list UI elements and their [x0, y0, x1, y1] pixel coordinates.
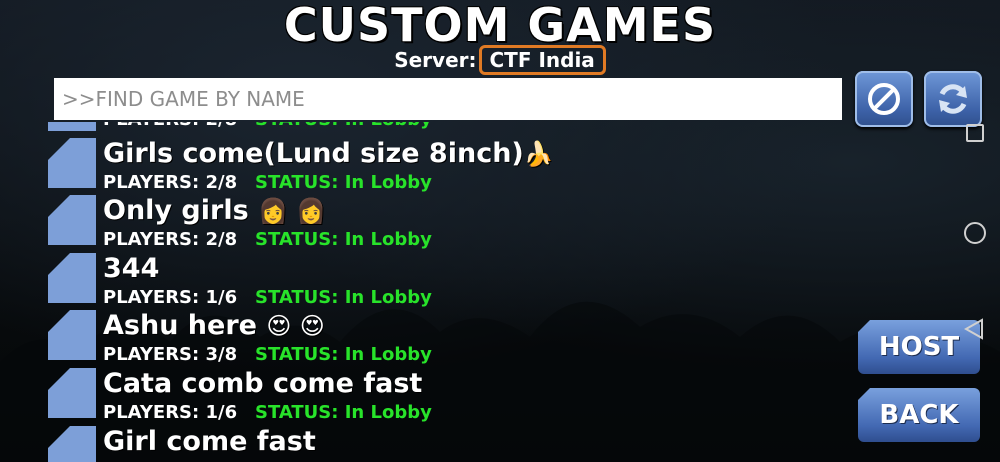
server-name[interactable]: CTF India	[478, 45, 606, 75]
game-players: PLAYERS: 1/6	[103, 402, 238, 423]
no-entry-icon	[868, 83, 900, 115]
game-list-item[interactable]: 344 PLAYERS: 1/6 STATUS: In Lobby	[48, 253, 808, 310]
game-name: Cata comb come fast	[103, 368, 423, 399]
server-label: Server:	[394, 48, 477, 72]
game-list-item[interactable]: Ashu here 😍 😍 PLAYERS: 3/8 STATUS: In Lo…	[48, 310, 808, 367]
back-button[interactable]: BACK	[858, 388, 980, 442]
game-list-item[interactable]: Girl come fast	[48, 426, 808, 462]
clear-search-button[interactable]	[855, 71, 913, 127]
game-list-item[interactable]: Girls come(Lund size 8inch)🍌 PLAYERS: 2/…	[48, 138, 808, 195]
game-name: Girls come(Lund size 8inch)🍌	[103, 138, 554, 169]
game-status: STATUS: In Lobby	[255, 122, 432, 130]
search-input[interactable]	[54, 78, 842, 120]
host-button[interactable]: HOST	[858, 320, 980, 374]
game-row-marker	[48, 310, 96, 360]
game-name: Girl come fast	[103, 426, 316, 457]
back-nav-icon[interactable]	[964, 318, 984, 340]
heart-eyes-icon: 😍 😍	[266, 312, 325, 340]
game-status: STATUS: In Lobby	[255, 344, 432, 365]
game-row-marker	[48, 368, 96, 418]
game-players: PLAYERS: 2/8	[103, 172, 238, 193]
game-row-marker	[48, 122, 96, 131]
game-list-item[interactable]: Only girls 👩 👩 PLAYERS: 2/8 STATUS: In L…	[48, 195, 808, 252]
game-list-item[interactable]: Cata comb come fast PLAYERS: 1/6 STATUS:…	[48, 368, 808, 425]
game-list-item[interactable]: PLAYERS: 2/8 STATUS: In Lobby	[48, 122, 808, 132]
game-name: Ashu here 😍 😍	[103, 310, 325, 341]
refresh-icon	[939, 84, 967, 114]
game-status: STATUS: In Lobby	[255, 287, 432, 308]
game-players: PLAYERS: 1/6	[103, 287, 238, 308]
game-row-marker	[48, 195, 96, 245]
game-row-marker	[48, 253, 96, 303]
recent-apps-icon[interactable]	[966, 124, 984, 142]
game-name: Only girls 👩 👩	[103, 195, 327, 226]
game-row-marker	[48, 426, 96, 462]
game-list[interactable]: PLAYERS: 2/8 STATUS: In Lobby Girls come…	[48, 122, 808, 462]
woman-icon: 👩 👩	[258, 197, 327, 225]
game-players: PLAYERS: 2/8	[103, 122, 237, 130]
home-icon[interactable]	[964, 222, 986, 244]
game-row-marker	[48, 138, 96, 188]
game-name: 344	[103, 253, 160, 284]
game-status: STATUS: In Lobby	[255, 229, 432, 250]
server-info: Server: CTF India	[0, 45, 1000, 75]
banana-icon: 🍌	[523, 140, 554, 168]
refresh-button[interactable]	[924, 71, 982, 127]
game-status: STATUS: In Lobby	[255, 172, 432, 193]
game-players: PLAYERS: 2/8	[103, 229, 238, 250]
game-status: STATUS: In Lobby	[255, 402, 432, 423]
game-players: PLAYERS: 3/8	[103, 344, 238, 365]
